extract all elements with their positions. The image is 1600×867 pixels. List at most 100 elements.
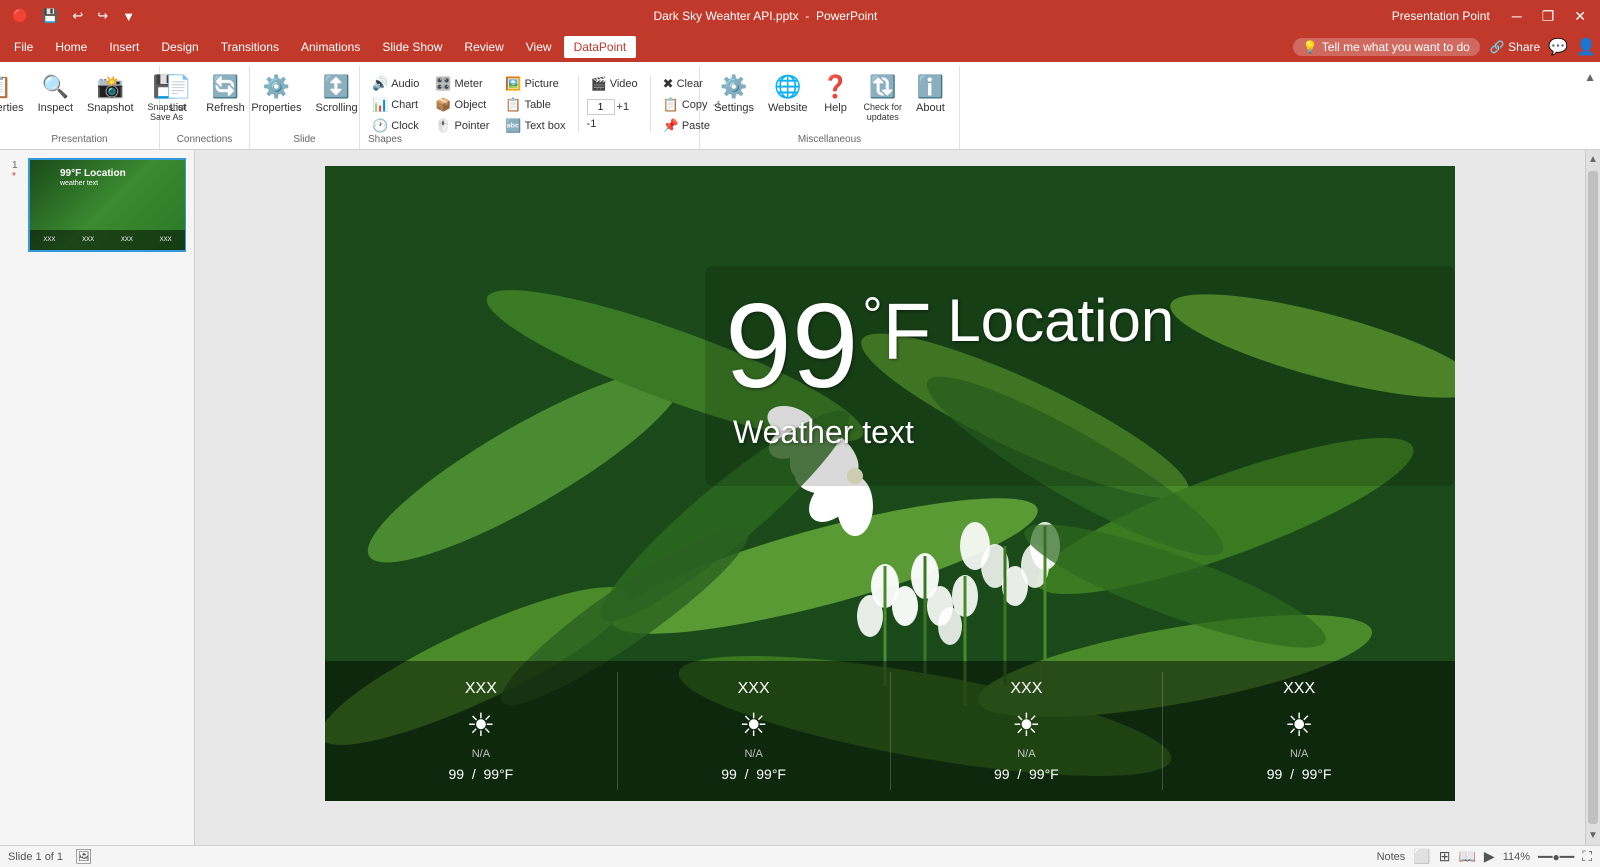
day2-label: XXX — [738, 680, 770, 698]
redo-icon[interactable]: ↪ — [93, 6, 112, 26]
refresh-icon: 🔄 — [212, 74, 239, 100]
textbox-icon: 🔤 — [505, 118, 521, 134]
misc-buttons: ⚙️ Settings 🌐 Website ❓ Help 🔃 Check for… — [708, 70, 951, 126]
properties-button[interactable]: 📋 Properties — [0, 70, 30, 118]
slide-thumbnail[interactable]: 99°F Location weather text XXX XXX XXX X… — [28, 158, 186, 252]
fit-to-window-icon[interactable]: ⛶ — [1582, 848, 1592, 865]
menu-home[interactable]: Home — [45, 36, 97, 58]
clear-icon: ✖ — [663, 76, 674, 92]
right-scrollbar[interactable]: ▲ ▼ — [1585, 150, 1600, 845]
settings-button[interactable]: ⚙️ Settings — [708, 70, 760, 118]
settings-icon: ⚙️ — [720, 74, 747, 100]
degree-symbol: ° — [862, 286, 882, 344]
refresh-button[interactable]: 🔄 Refresh — [200, 70, 251, 118]
ribbon-group-shapes: 🔊 Audio 📊 Chart 🕐 XXX Clock 🎛️ Meter — [360, 66, 700, 149]
scrolling-button[interactable]: ↕️ Scrolling — [309, 70, 363, 118]
shapes-separator2 — [650, 76, 651, 132]
shapes-col1: 🔊 Audio 📊 Chart 🕐 XXX Clock — [368, 74, 423, 136]
meter-icon: 🎛️ — [435, 76, 451, 92]
slide-icon: 🖼 — [75, 848, 93, 865]
minimize-button[interactable]: ─ — [1506, 0, 1528, 32]
menu-datapoint[interactable]: DataPoint — [564, 36, 637, 58]
table-button[interactable]: 📋 Table — [501, 95, 569, 115]
ribbon-group-connections: 📄 List 🔄 Refresh Connections — [160, 66, 250, 149]
day4-label: XXX — [1283, 680, 1315, 698]
slide[interactable]: 99 ° F Location Weather text XXX ☀ N/A 9… — [325, 166, 1455, 801]
menu-slideshow[interactable]: Slide Show — [372, 36, 452, 58]
collapse-icon: ▲ — [1584, 70, 1596, 84]
temperature-display: 99 — [725, 286, 858, 406]
view-slideshow-icon[interactable]: ▶ — [1484, 848, 1495, 865]
counter-row: +1 — [587, 99, 642, 115]
picture-icon: 🖼️ — [505, 76, 521, 92]
menu-file[interactable]: File — [4, 36, 43, 58]
about-icon: ℹ️ — [917, 74, 944, 100]
about-button[interactable]: ℹ️ About — [910, 70, 951, 118]
snapshot-button[interactable]: 📸 Snapshot — [81, 70, 139, 118]
scroll-down-button[interactable]: ▼ — [1588, 826, 1598, 845]
day4-temp: 99 / 99°F — [1267, 766, 1332, 782]
shapes-counter-col: 🎬 Video +1 -1 — [587, 74, 642, 130]
scrolling-icon: ↕️ — [323, 74, 350, 100]
day1-na: N/A — [472, 748, 490, 760]
undo-icon[interactable]: ↩ — [68, 6, 87, 26]
inspect-button[interactable]: 🔍 Inspect — [32, 70, 79, 118]
video-button[interactable]: 🎬 Video — [587, 74, 642, 94]
restore-button[interactable]: ❐ — [1536, 0, 1561, 32]
day2-temp: 99 / 99°F — [721, 766, 786, 782]
check-updates-button[interactable]: 🔃 Check forupdates — [858, 70, 909, 126]
quick-access-toolbar: 🔴 💾 ↩ ↪ ▼ — [8, 6, 139, 26]
customize-qa-icon[interactable]: ▼ — [118, 7, 139, 26]
zoom-level: 114% — [1503, 851, 1530, 863]
meter-button[interactable]: 🎛️ Meter — [431, 74, 493, 94]
chart-button[interactable]: 📊 Chart — [368, 95, 423, 115]
menu-animations[interactable]: Animations — [291, 36, 370, 58]
view-normal-icon[interactable]: ⬜ — [1413, 848, 1430, 865]
menu-review[interactable]: Review — [454, 36, 513, 58]
textbox-button[interactable]: 🔤 Text box — [501, 116, 569, 136]
object-button[interactable]: 📦 Object — [431, 95, 493, 115]
presentation-point-label: Presentation Point — [1392, 9, 1490, 23]
menu-design[interactable]: Design — [151, 36, 208, 58]
audio-button[interactable]: 🔊 Audio — [368, 74, 423, 94]
menu-transitions[interactable]: Transitions — [211, 36, 289, 58]
day3-label: XXX — [1010, 680, 1042, 698]
picture-button[interactable]: 🖼️ Picture — [501, 74, 569, 94]
scroll-thumb[interactable] — [1588, 171, 1598, 824]
list-icon: 📄 — [165, 74, 192, 100]
presentation-label: Presentation — [51, 134, 107, 145]
slide-thumbnail-container: 1 * 99°F Location weather text XXX XXX X… — [28, 158, 186, 252]
website-button[interactable]: 🌐 Website — [762, 70, 814, 118]
day3-sun-icon: ☀ — [1012, 706, 1041, 744]
account-icon[interactable]: 👤 — [1576, 37, 1596, 57]
weather-strip: XXX ☀ N/A 99 / 99°F XXX ☀ N/A 99 / — [325, 661, 1455, 801]
tell-me-bar[interactable]: 💡 Tell me what you want to do — [1293, 38, 1480, 56]
forecast-day-2: XXX ☀ N/A 99 / 99°F — [618, 672, 891, 790]
object-icon: 📦 — [435, 97, 451, 113]
scroll-up-button[interactable]: ▲ — [1588, 150, 1598, 169]
day3-temp: 99 / 99°F — [994, 766, 1059, 782]
slide-number: 1 * — [12, 160, 18, 182]
pointer-button[interactable]: 🖱️ Pointer — [431, 116, 493, 136]
comment-icon[interactable]: 💬 — [1548, 37, 1568, 57]
help-button[interactable]: ❓ Help — [816, 70, 856, 118]
canvas-area[interactable]: 99 ° F Location Weather text XXX ☀ N/A 9… — [195, 150, 1585, 845]
notes-button[interactable]: Notes — [1377, 851, 1406, 863]
forecast-day-3: XXX ☀ N/A 99 / 99°F — [891, 672, 1164, 790]
list-button[interactable]: 📄 List — [158, 70, 198, 118]
ribbon-collapse[interactable]: ▲ — [1580, 66, 1600, 149]
close-button[interactable]: ✕ — [1568, 0, 1592, 32]
share-icon[interactable]: 🔗 Share — [1490, 40, 1540, 54]
zoom-slider[interactable]: ━━●━━ — [1538, 850, 1574, 864]
save-icon[interactable]: 💾 — [38, 6, 62, 26]
view-slidesorter-icon[interactable]: ⊞ — [1439, 848, 1451, 865]
snapshot-icon: 📸 — [97, 74, 124, 100]
forecast-day-1: XXX ☀ N/A 99 / 99°F — [345, 672, 618, 790]
counter-input[interactable] — [587, 99, 615, 115]
clock-icon: 🕐 — [372, 118, 388, 134]
view-reading-icon[interactable]: 📖 — [1458, 848, 1475, 865]
menu-view[interactable]: View — [516, 36, 562, 58]
clock-button[interactable]: 🕐 XXX Clock — [368, 116, 423, 136]
slide-properties-button[interactable]: ⚙️ Properties — [245, 70, 307, 118]
menu-insert[interactable]: Insert — [99, 36, 149, 58]
